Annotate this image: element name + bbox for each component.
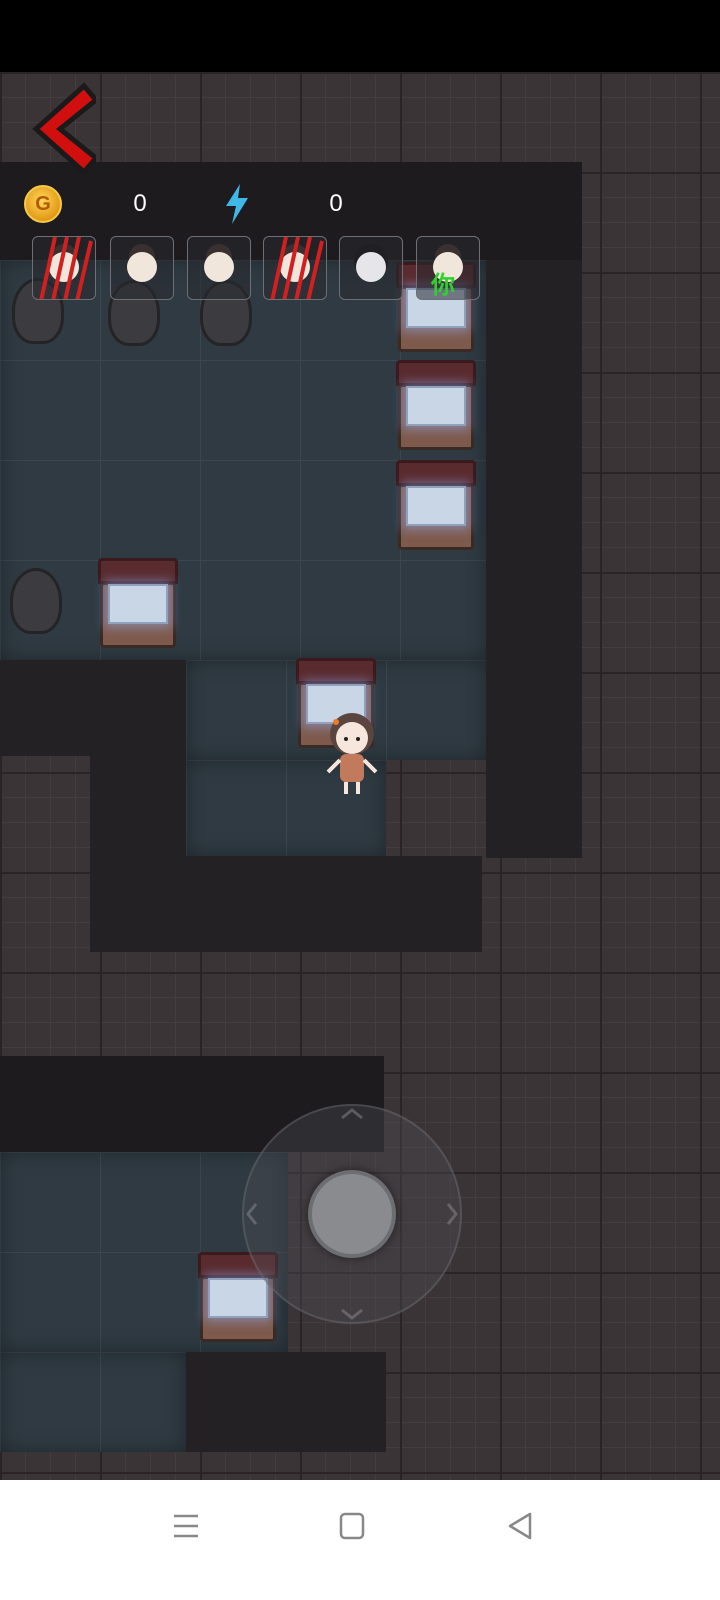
coin-icon: G	[24, 185, 62, 223]
helmet-prop	[10, 568, 62, 634]
energy-count: 0	[329, 190, 343, 217]
arcade-crate[interactable]	[396, 460, 476, 554]
claw-mark-icon	[39, 237, 93, 299]
wall-shadow-lower-left	[90, 756, 186, 856]
wall-shadow-bottom	[90, 856, 482, 952]
player-slot-6[interactable]: 你	[416, 236, 480, 300]
floor-bottom-2	[0, 1352, 186, 1452]
joystick-knob[interactable]	[308, 1170, 396, 1258]
energy-icon	[226, 184, 248, 224]
player-slot-2[interactable]	[110, 236, 174, 300]
claw-mark-icon	[270, 237, 324, 299]
player-character	[326, 713, 378, 794]
wall-shadow-left	[0, 660, 186, 756]
back-icon[interactable]	[500, 1508, 540, 1544]
coin-symbol: G	[35, 192, 51, 215]
status-bar	[0, 0, 720, 72]
menu-icon[interactable]	[166, 1508, 206, 1544]
self-label: 你	[431, 272, 455, 299]
arcade-crate[interactable]	[98, 558, 178, 652]
avatar	[127, 251, 157, 282]
back-arrow-icon[interactable]	[26, 82, 96, 176]
wall-shadow-right	[486, 162, 582, 858]
player-slot-5[interactable]	[339, 236, 403, 300]
home-icon[interactable]	[332, 1508, 372, 1544]
avatar	[204, 251, 234, 282]
player-slot-1[interactable]	[32, 236, 96, 300]
player-slot-4[interactable]	[263, 236, 327, 300]
wall-shadow-bottom-2	[186, 1352, 386, 1452]
ghost-avatar	[356, 251, 386, 282]
arcade-crate[interactable]	[396, 360, 476, 454]
coin-count: 0	[133, 190, 147, 217]
player-slot-3[interactable]	[187, 236, 251, 300]
